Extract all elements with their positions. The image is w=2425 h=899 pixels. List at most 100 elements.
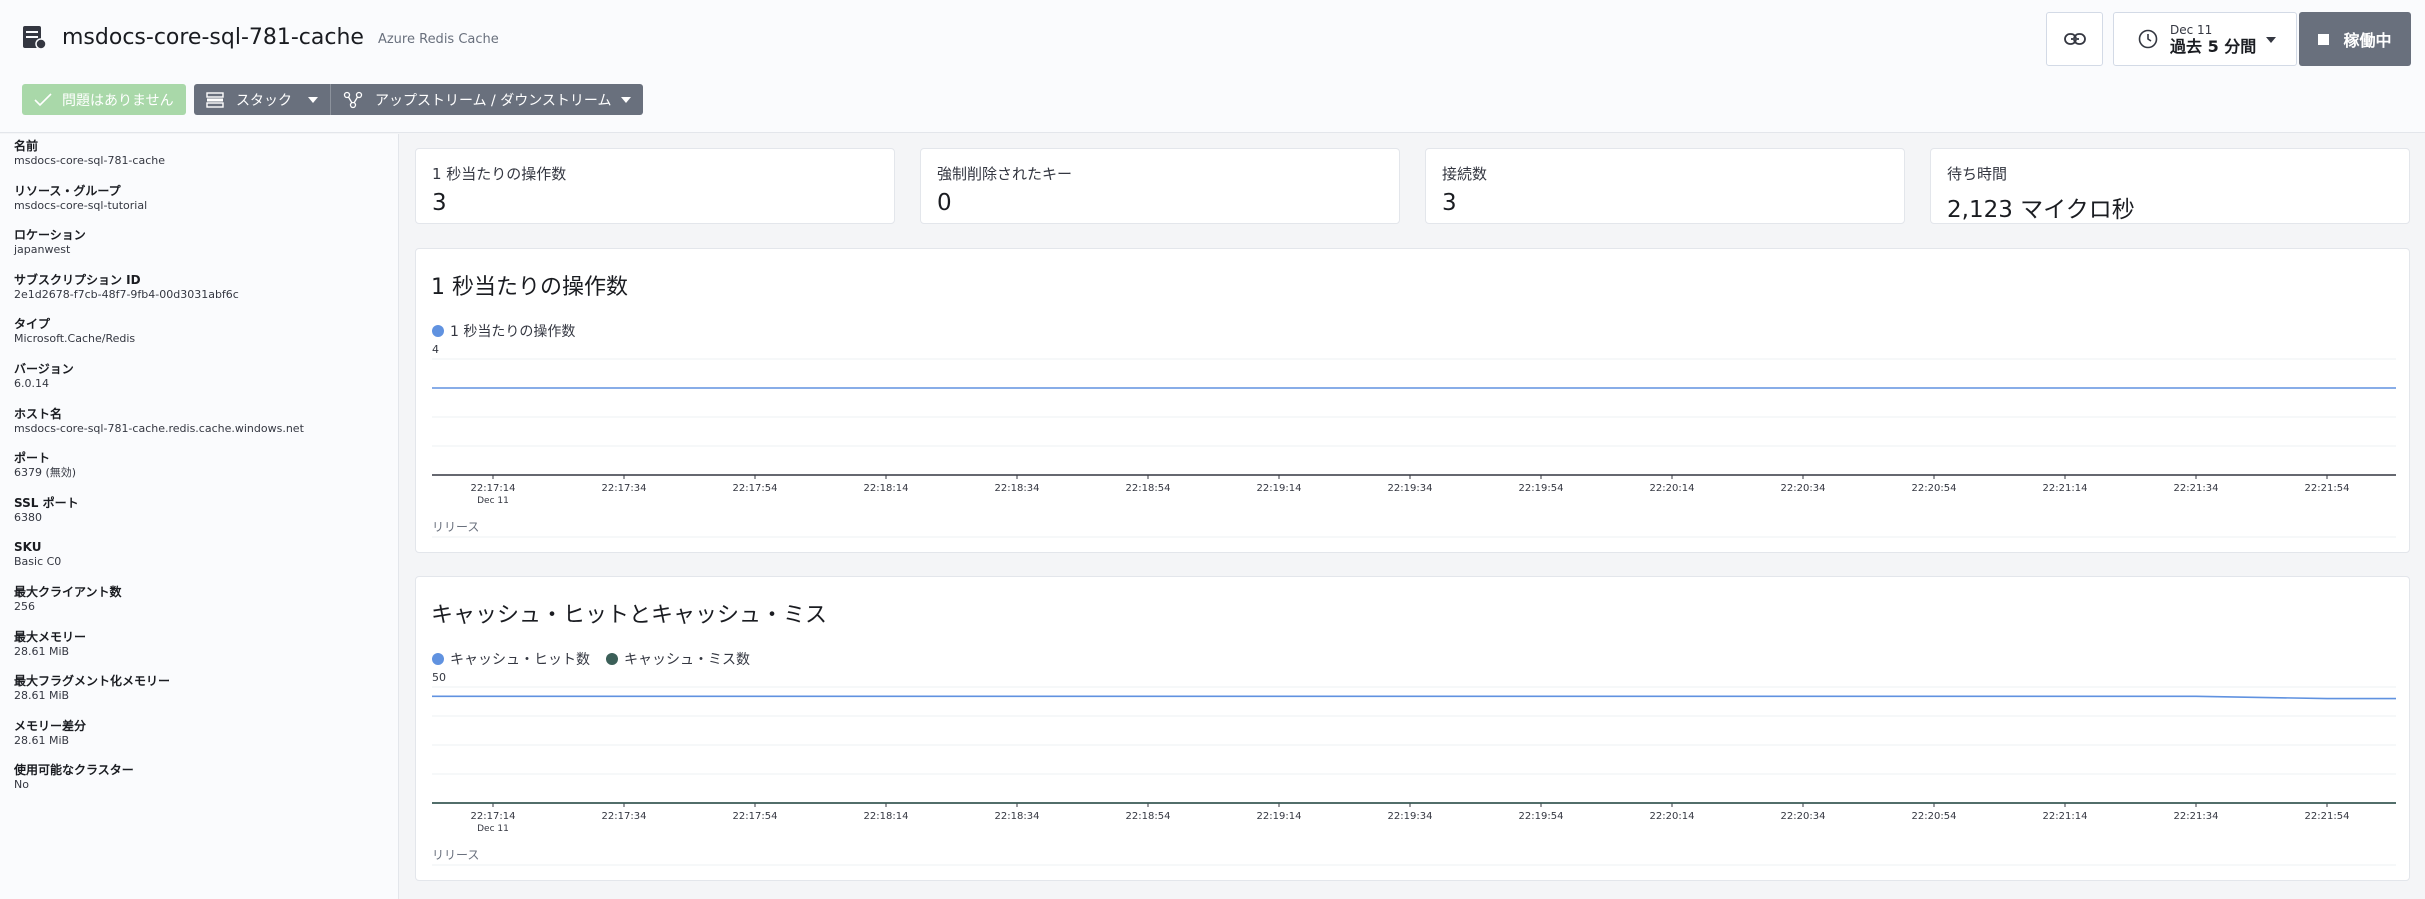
metadata-label: ポート [14,451,51,466]
metadata-label: バージョン [14,362,74,376]
stat-label: 1 秒当たりの操作数 [432,165,567,183]
metadata-value: 256 [14,600,35,613]
running-label: 稼働中 [2343,31,2392,50]
x-tick-label: 22:21:14 [2043,483,2088,494]
metadata-value: 28.61 MiB [14,733,70,747]
time-range-text: Dec 11 過去 5 分間 [2170,24,2256,55]
x-tick-label: 22:19:34 [1388,483,1433,494]
toolbar: 問題はありません スタック アップストリーム / ダウンストリーム [22,84,643,115]
running-toggle-button[interactable]: 稼働中 [2299,12,2411,66]
x-tick-label: 22:20:34 [1781,483,1826,494]
metadata-item: 最大メモリー 28.61 MiB [14,630,86,659]
metadata-value: msdocs-core-sql-781-cache [14,154,165,167]
metadata-value: 6380 [14,510,42,524]
stack-button[interactable]: スタック [194,84,330,115]
upstream-downstream-label: アップストリーム / ダウンストリーム [375,92,612,109]
time-range-picker[interactable]: Dec 11 過去 5 分間 [2113,12,2297,66]
x-tick-label: 22:17:54 [733,811,778,822]
stat-value: 3 [432,190,447,216]
stat-card-connections: 接続数 3 [1425,148,1905,224]
chevron-down-icon [621,96,631,103]
x-tick-sublabel: Dec 11 [477,824,509,834]
x-tick-label: 22:18:14 [864,483,909,494]
x-tick-label: 22:17:14 [471,483,516,494]
stat-label: 待ち時間 [1947,165,2008,183]
x-tick-label: 22:17:34 [602,811,647,822]
x-tick-label: 22:18:34 [995,483,1040,494]
x-tick-label: 22:19:54 [1519,483,1564,494]
metadata-label: ホスト名 [14,406,63,421]
metadata-item: タイプ Microsoft.Cache/Redis [14,317,135,346]
metadata-label: メモリー差分 [14,718,87,733]
x-tick-label: 22:21:34 [2174,483,2219,494]
cache-hits-line-chart[interactable]: 50 22:17:14 22:17:34 22:17:54 22:18:14 22:18:… [416,577,2411,882]
stack-icon [206,91,224,108]
footer-label: リリース [432,848,479,862]
copy-link-button[interactable] [2046,12,2103,66]
ops-line-chart[interactable]: 4 22:17:14 22:17:34 22:17:54 22:18:14 22:18:3… [416,249,2411,554]
metadata-item: SSL ポート 6380 [14,496,79,525]
metadata-value: 6379 (無効) [14,466,77,480]
stack-label: スタック [236,92,292,109]
status-ok-label: 問題はありません [62,92,174,109]
x-tick-label: 22:19:14 [1257,483,1302,494]
metadata-item: 最大クライアント数 256 [14,585,122,614]
metadata-label: 使用可能なクラスター [14,763,134,778]
x-tick-label: 22:19:54 [1519,811,1564,822]
stat-card-evicted-keys: 強制削除されたキー 0 [920,148,1400,224]
x-tick-label: 22:20:34 [1781,811,1826,822]
metadata-item: ロケーション japanwest [14,228,86,257]
x-tick-label: 22:20:14 [1650,811,1695,822]
metadata-label: 名前 [14,139,39,153]
database-icon [23,26,46,50]
metadata-value: 28.61 MiB [14,644,70,658]
y-tick-label: 4 [432,343,439,356]
x-tick-label: 22:17:14 [471,811,516,822]
metadata-value: msdocs-core-sql-781-cache.redis.cache.wi… [14,421,304,435]
title-row: msdocs-core-sql-781-cache Azure Redis Ca… [22,24,499,50]
chevron-down-icon [308,96,318,103]
metadata-value: Microsoft.Cache/Redis [14,332,136,346]
x-tick-label: 22:19:34 [1388,811,1433,822]
metadata-value: 28.61 MiB [14,689,70,703]
check-icon [34,92,52,106]
metadata-label: 最大クライアント数 [14,585,122,599]
stat-value: 0 [937,190,952,216]
metadata-label: 最大メモリー [14,629,87,644]
metadata-label: SSL ポート [14,495,79,510]
metadata-item: バージョン 6.0.14 [14,362,74,391]
page-subtitle: Azure Redis Cache [377,31,499,47]
x-tick-label: 22:18:54 [1126,811,1171,822]
metadata-item: 名前 msdocs-core-sql-781-cache [14,139,165,168]
x-tick-sublabel: Dec 11 [477,496,509,506]
x-tick-label: 22:18:34 [995,811,1040,822]
upstream-downstream-button[interactable]: アップストリーム / ダウンストリーム [330,84,643,115]
metadata-item: SKU Basic C0 [14,540,61,569]
metadata-item: ホスト名 msdocs-core-sql-781-cache.redis.cach… [14,407,304,436]
metadata-value: japanwest [14,243,71,257]
metadata-value: 2e1d2678-f7cb-48f7-9fb4-00d3031abf6c [14,287,239,301]
stat-card-latency: 待ち時間 2,123 マイクロ秒 [1930,148,2410,224]
stop-icon [2318,33,2330,45]
metadata-value: 6.0.14 [14,377,49,390]
chevron-down-icon [2266,37,2276,43]
time-range-label: 過去 5 分間 [2170,36,2257,56]
x-tick-label: 22:19:14 [1257,811,1302,822]
chart-panel-ops: 1 秒当たりの操作数 1 秒当たりの操作数 4 22:17:14 22:17:34 2… [415,248,2410,553]
x-tick-label: 22:21:54 [2305,811,2350,822]
stat-value: 2,123 マイクロ秒 [1947,197,2135,223]
status-ok-button[interactable]: 問題はありません [22,84,186,115]
link-icon [2063,33,2086,45]
x-tick-label: 22:20:54 [1912,483,1957,494]
stat-label: 強制削除されたキー [937,165,1073,183]
metadata-label: ロケーション [14,228,86,243]
page-title: msdocs-core-sql-781-cache [62,24,364,50]
stat-label: 接続数 [1442,165,1488,183]
metadata-label: リソース・グループ [14,183,121,198]
x-tick-label: 22:17:34 [602,483,647,494]
metadata-label: タイプ [14,317,51,332]
x-tick-label: 22:17:54 [733,483,778,494]
metadata-item: メモリー差分 28.61 MiB [14,719,86,748]
metadata-sidebar: 名前 msdocs-core-sql-781-cache リソース・グループ msdo… [0,134,399,899]
x-tick-label: 22:20:54 [1912,811,1957,822]
